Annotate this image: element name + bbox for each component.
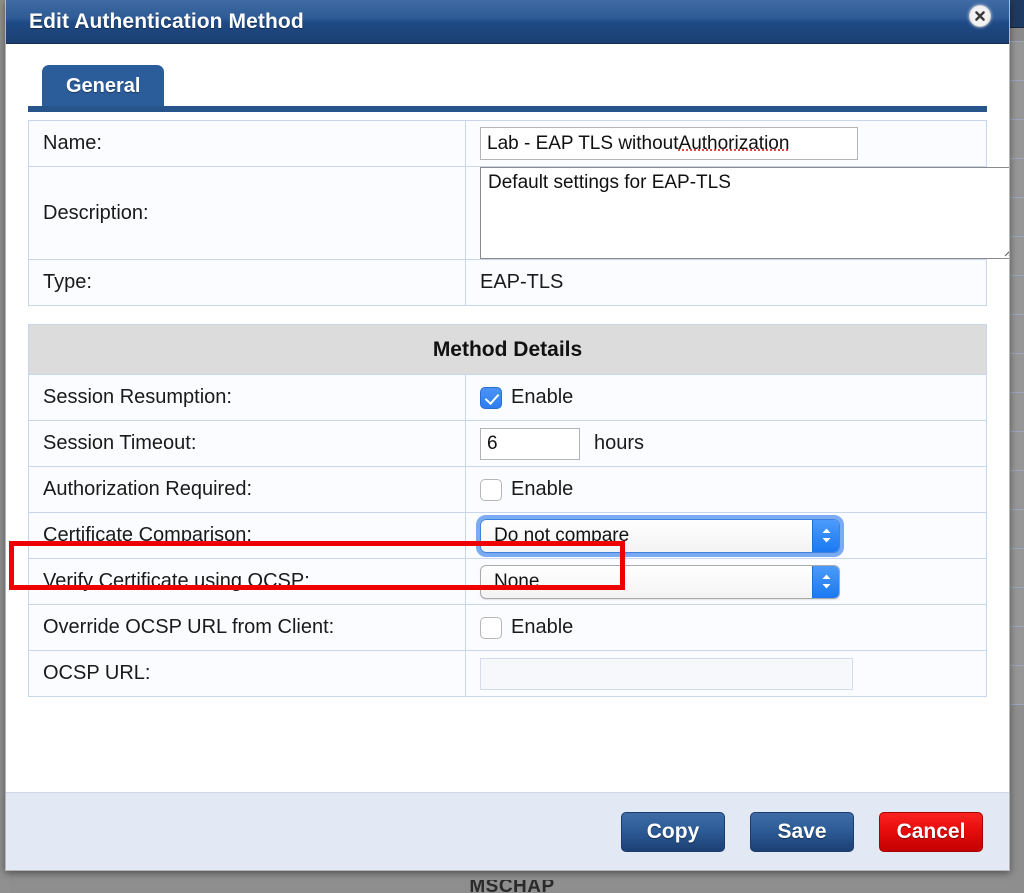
- certificate-comparison-label: Certificate Comparison:: [43, 524, 252, 546]
- general-info-section: Name: Lab - EAP TLS without Authorizatio…: [28, 120, 1009, 306]
- type-value: EAP-TLS: [480, 271, 564, 293]
- session-resumption-label: Session Resumption:: [43, 386, 232, 408]
- copy-button[interactable]: Copy: [621, 811, 725, 852]
- authorization-required-label: Authorization Required:: [43, 478, 253, 500]
- type-label-cell: Type:: [28, 259, 466, 306]
- authorization-required-checkbox-label: Enable: [511, 478, 574, 500]
- description-textarea-value: Default settings for EAP-TLS: [488, 172, 731, 193]
- resize-grip-icon: [1004, 251, 1009, 257]
- cancel-button[interactable]: Cancel: [879, 811, 983, 852]
- type-value-cell: EAP-TLS: [465, 259, 987, 306]
- table-row-verify-certificate-ocsp: Verify Certificate using OCSP: None: [28, 558, 987, 605]
- ocsp-url-label-cell: OCSP URL:: [28, 650, 466, 697]
- session-timeout-value-cell: hours: [465, 420, 987, 467]
- table-row-ocsp-url: OCSP URL:: [28, 650, 987, 697]
- table-row-description: Description: Default settings for EAP-TL…: [28, 166, 1009, 260]
- certificate-comparison-select[interactable]: Do not compare: [476, 514, 844, 557]
- description-label: Description:: [43, 201, 149, 224]
- session-resumption-value-cell: Enable: [465, 374, 987, 421]
- tab-general-label: General: [66, 75, 141, 97]
- name-input-misspelled-word: Authorization: [678, 132, 790, 154]
- table-row-type: Type: EAP-TLS: [28, 259, 987, 306]
- tab-underline: [28, 106, 987, 112]
- name-input-value-prefix: Lab - EAP TLS without: [487, 132, 679, 154]
- table-row-name: Name: Lab - EAP TLS without Authorizatio…: [28, 120, 987, 167]
- chevron-updown-icon: [812, 565, 839, 598]
- verify-certificate-ocsp-select-value: None: [494, 570, 540, 592]
- dialog-footer: Copy Save Cancel: [6, 792, 1009, 870]
- ocsp-url-label: OCSP URL:: [43, 662, 151, 684]
- verify-certificate-ocsp-value-cell: None: [465, 558, 987, 605]
- table-row-authorization-required: Authorization Required: Enable: [28, 466, 987, 513]
- table-row-session-timeout: Session Timeout: hours: [28, 420, 987, 467]
- description-textarea[interactable]: Default settings for EAP-TLS: [480, 167, 1009, 259]
- override-ocsp-url-checkbox[interactable]: [480, 616, 502, 639]
- edit-authentication-method-dialog: Edit Authentication Method General Name:: [5, 0, 1010, 871]
- authorization-required-value-cell: Enable: [465, 466, 987, 513]
- authorization-required-checkbox[interactable]: [480, 478, 502, 501]
- verify-certificate-ocsp-label: Verify Certificate using OCSP:: [43, 570, 310, 592]
- name-label-cell: Name:: [28, 120, 466, 167]
- table-row-override-ocsp-url: Override OCSP URL from Client: Enable: [28, 604, 987, 651]
- name-value-cell: Lab - EAP TLS without Authorization: [465, 120, 987, 167]
- tab-general[interactable]: General: [42, 65, 165, 106]
- session-timeout-label: Session Timeout:: [43, 432, 197, 454]
- session-resumption-checkbox-label: Enable: [511, 386, 574, 408]
- method-details-section: Method Details Session Resumption: Enabl…: [28, 324, 987, 697]
- certificate-comparison-value-cell: Do not compare: [465, 512, 987, 559]
- save-button[interactable]: Save: [750, 811, 854, 852]
- session-timeout-label-cell: Session Timeout:: [28, 420, 466, 467]
- session-resumption-label-cell: Session Resumption:: [28, 374, 466, 421]
- copy-button-label: Copy: [646, 819, 700, 843]
- override-ocsp-url-label: Override OCSP URL from Client:: [43, 616, 335, 638]
- session-resumption-checkbox[interactable]: [480, 386, 502, 409]
- override-ocsp-url-value-cell: Enable: [465, 604, 987, 651]
- save-button-label: Save: [777, 819, 827, 843]
- ocsp-url-input: [480, 657, 853, 690]
- verify-certificate-ocsp-select[interactable]: None: [480, 564, 840, 599]
- certificate-comparison-label-cell: Certificate Comparison:: [28, 512, 466, 559]
- session-timeout-input[interactable]: [480, 427, 580, 460]
- verify-certificate-ocsp-label-cell: Verify Certificate using OCSP:: [28, 558, 466, 605]
- chevron-updown-icon: [812, 519, 839, 552]
- table-row-certificate-comparison: Certificate Comparison: Do not compare: [28, 512, 987, 559]
- method-details-header: Method Details: [28, 324, 987, 374]
- background-cutoff-label: MSCHAP: [469, 880, 555, 893]
- general-info-table: Name: Lab - EAP TLS without Authorizatio…: [28, 120, 1009, 306]
- close-icon[interactable]: [969, 5, 991, 27]
- dialog-body: General Name: Lab - EAP TLS without Auth…: [6, 44, 1009, 792]
- override-ocsp-url-label-cell: Override OCSP URL from Client:: [28, 604, 466, 651]
- tab-bar: General: [28, 44, 987, 106]
- method-details-table: Session Resumption: Enable Session Timeo…: [28, 374, 987, 697]
- description-label-cell: Description:: [28, 166, 466, 260]
- table-row-session-resumption: Session Resumption: Enable: [28, 374, 987, 421]
- name-label: Name:: [43, 132, 102, 154]
- cancel-button-label: Cancel: [896, 819, 966, 843]
- body-bottom-padding: [28, 697, 987, 721]
- dialog-titlebar: Edit Authentication Method: [6, 0, 1009, 44]
- override-ocsp-url-checkbox-label: Enable: [511, 616, 574, 638]
- description-value-cell: Default settings for EAP-TLS: [465, 166, 1009, 260]
- session-timeout-unit: hours: [594, 432, 645, 454]
- authorization-required-label-cell: Authorization Required:: [28, 466, 466, 513]
- ocsp-url-value-cell: [465, 650, 987, 697]
- type-label: Type:: [43, 271, 92, 293]
- name-input[interactable]: Lab - EAP TLS without Authorization: [480, 127, 858, 160]
- method-details-header-label: Method Details: [432, 337, 583, 361]
- certificate-comparison-select-value: Do not compare: [494, 524, 630, 546]
- dialog-title: Edit Authentication Method: [29, 9, 304, 33]
